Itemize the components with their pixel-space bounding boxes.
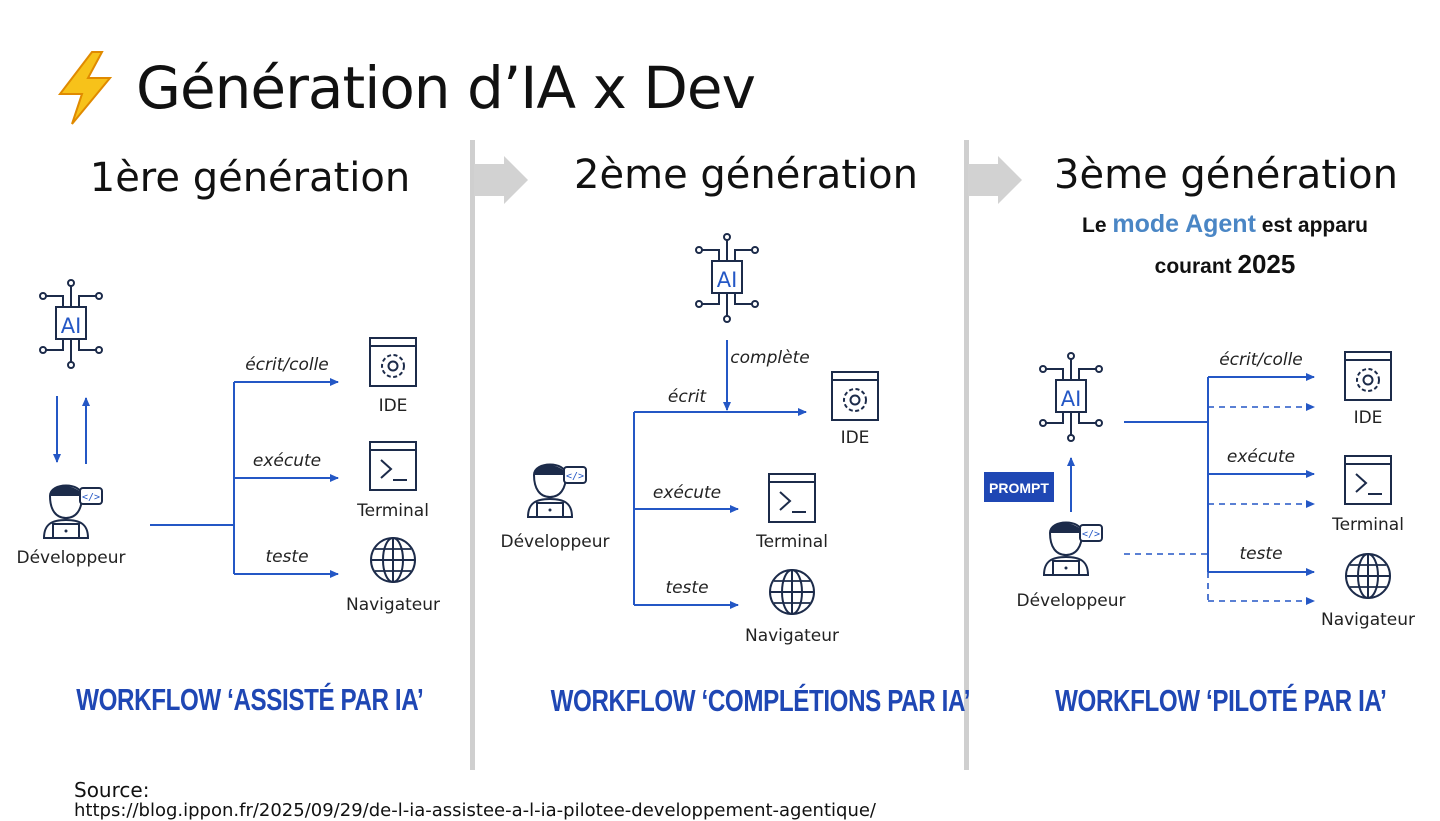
source-url[interactable]: https://blog.ippon.fr/2025/09/29/de-l-ia… [74,800,876,821]
ide-icon [369,337,417,387]
prompt-label: PROMPT [989,480,1049,496]
edge-label: exécute [253,451,321,471]
edge-label: écrit/colle [1219,350,1303,370]
target-label: Navigateur [745,626,839,646]
edge-label: exécute [653,483,721,503]
developer-icon [1043,521,1103,576]
edge-label: écrit/colle [245,355,329,375]
edge-label: écrit [668,387,708,407]
globe-icon [769,569,815,615]
workflow-title-2: WORKFLOW ‘COMPLÉTIONS PAR IA’ [550,683,971,718]
gen2-diagram: AI complète Développeur écrit exécute te… [501,233,879,646]
terminal-icon [1344,455,1392,505]
edge-label: teste [665,578,708,598]
target-label: Terminal [755,532,828,552]
ide-icon [1344,351,1392,401]
ai-edge-label: complète [730,348,809,368]
workflow-title-3: WORKFLOW ‘PILOTÉ PAR IA’ [1055,683,1387,718]
developer-label: Développeur [501,532,610,552]
terminal-icon [369,441,417,491]
developer-label: Développeur [1017,591,1126,611]
target-label: Terminal [356,501,429,521]
target-label: Navigateur [1321,610,1415,630]
ai-chip-label: AI [61,314,82,338]
target-label: IDE [841,428,870,448]
developer-icon [527,463,587,518]
globe-icon [1345,553,1391,599]
developer-label: Développeur [17,548,126,568]
terminal-icon [768,473,816,523]
globe-icon [370,537,416,583]
gen1-diagram: AI Développeur écrit/colle exécute teste… [17,279,440,615]
ide-icon [831,371,879,421]
target-label: Navigateur [346,595,440,615]
developer-icon [43,484,103,539]
ai-chip-label: AI [1061,387,1082,411]
source-label: Source: [74,778,150,802]
target-label: Terminal [1331,515,1404,535]
edge-label: teste [265,547,308,567]
gen3-diagram: AI PROMPT Développeur écrit/colle exécut… [984,350,1415,630]
workflow-title-1: WORKFLOW ‘ASSISTÉ PAR IA’ [76,682,424,717]
ai-chip-label: AI [717,268,738,292]
edge-label: teste [1239,544,1282,564]
target-label: IDE [379,396,408,416]
target-label: IDE [1354,408,1383,428]
edge-label: exécute [1227,447,1295,467]
